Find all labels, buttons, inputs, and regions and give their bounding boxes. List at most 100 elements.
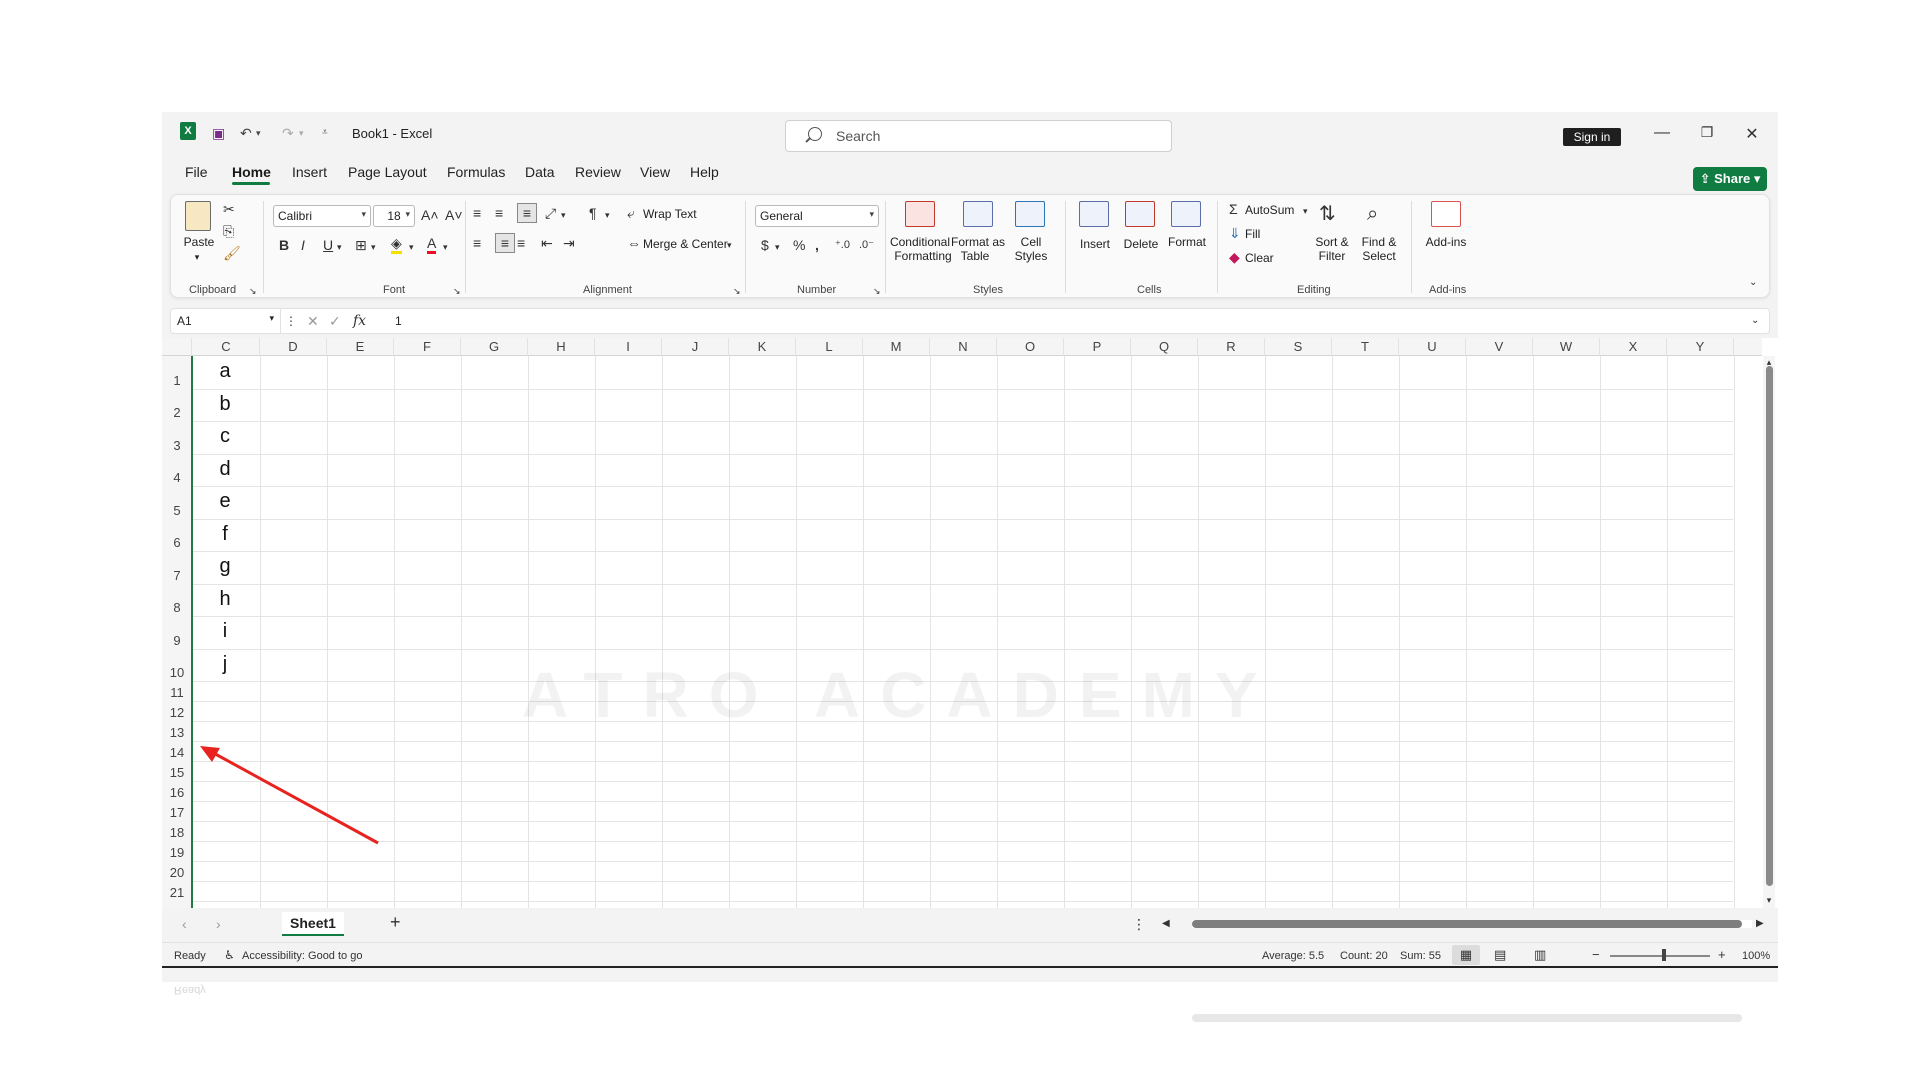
redo-dropdown-icon[interactable]: ▾: [299, 123, 304, 143]
font-name-select[interactable]: Calibri ▾: [273, 205, 371, 227]
collapse-ribbon-icon[interactable]: ⌄: [1749, 275, 1757, 291]
search-box[interactable]: Search: [785, 120, 1172, 152]
status-average[interactable]: Average: 5.5: [1262, 950, 1324, 962]
worksheet-grid[interactable]: CDEFGHIJKLMNOPQRSTUVWXY 1 2 3 4 5 6 7 8 9 10 11 12 1…: [162, 338, 1778, 922]
scroll-down-icon[interactable]: ▾: [1764, 892, 1774, 908]
cell-c1[interactable]: a: [210, 360, 240, 383]
cell-styles-line2[interactable]: Styles: [1009, 249, 1053, 263]
wrap-text-button[interactable]: Wrap Text: [643, 207, 697, 221]
tab-review[interactable]: Review: [575, 164, 621, 180]
column-header-u[interactable]: U: [1399, 338, 1466, 356]
delete-cells-button[interactable]: Delete: [1121, 237, 1161, 251]
orientation-dropdown-icon[interactable]: ▾: [561, 207, 566, 223]
add-sheet-icon[interactable]: +: [390, 913, 401, 931]
close-icon[interactable]: ✕: [1737, 124, 1767, 144]
row-header-13[interactable]: 13: [162, 725, 192, 740]
align-center-icon[interactable]: ≡: [495, 233, 515, 253]
sign-in-button[interactable]: Sign in: [1563, 128, 1621, 146]
column-header-e[interactable]: E: [327, 338, 394, 356]
share-button[interactable]: ⇪ Share ▾: [1693, 167, 1767, 191]
cell-c6[interactable]: f: [210, 523, 240, 546]
row-header-1[interactable]: 1: [162, 373, 192, 388]
column-header-i[interactable]: I: [595, 338, 662, 356]
column-header-k[interactable]: K: [729, 338, 796, 356]
redo-icon[interactable]: ↷: [282, 123, 294, 143]
restore-icon[interactable]: ❐: [1692, 124, 1722, 141]
decrease-decimal-icon[interactable]: .0⁻: [859, 237, 874, 253]
status-sum[interactable]: Sum: 55: [1400, 950, 1441, 962]
normal-view-icon[interactable]: ▦: [1452, 945, 1480, 965]
column-header-v[interactable]: V: [1466, 338, 1533, 356]
cell-c7[interactable]: g: [210, 555, 240, 578]
horizontal-scroll-thumb[interactable]: [1192, 920, 1742, 928]
column-header-w[interactable]: W: [1533, 338, 1600, 356]
copy-icon[interactable]: ⎘: [223, 223, 234, 239]
clear-button[interactable]: Clear: [1245, 251, 1274, 265]
row-header-16[interactable]: 16: [162, 785, 192, 800]
align-bottom-icon[interactable]: ≡: [517, 203, 537, 223]
row-header-10[interactable]: 10: [162, 665, 192, 680]
autosum-dropdown-icon[interactable]: ▾: [1303, 203, 1308, 219]
find-select-line2[interactable]: Select: [1357, 249, 1401, 263]
delete-cells-icon[interactable]: [1125, 201, 1155, 227]
name-box[interactable]: A1 ▾: [171, 309, 281, 333]
insert-cells-icon[interactable]: [1079, 201, 1109, 227]
zoom-slider-thumb[interactable]: [1662, 949, 1666, 961]
column-header-j[interactable]: J: [662, 338, 729, 356]
cut-icon[interactable]: ✂: [223, 201, 235, 217]
customize-toolbar-icon[interactable]: ⩡: [322, 123, 328, 143]
column-header-r[interactable]: R: [1198, 338, 1265, 356]
horizontal-scrollbar[interactable]: [1192, 920, 1752, 928]
merge-center-icon[interactable]: ⇔: [627, 235, 641, 251]
sort-filter-icon[interactable]: ⇅: [1319, 201, 1336, 227]
decrease-indent-icon[interactable]: ⇤: [541, 235, 553, 251]
page-layout-view-icon[interactable]: ▤: [1494, 947, 1506, 963]
row-header-8[interactable]: 8: [162, 600, 192, 615]
alignment-launcher-icon[interactable]: ↘: [733, 283, 741, 299]
select-all-corner[interactable]: [162, 338, 192, 356]
borders-icon[interactable]: ⊞: [355, 237, 367, 253]
font-launcher-icon[interactable]: ↘: [453, 283, 461, 299]
row-header-5[interactable]: 5: [162, 503, 192, 518]
percent-icon[interactable]: %: [793, 237, 805, 253]
column-header-y[interactable]: Y: [1667, 338, 1734, 356]
add-ins-icon[interactable]: [1431, 201, 1461, 227]
tab-view[interactable]: View: [640, 164, 670, 180]
cell-c2[interactable]: b: [210, 393, 240, 416]
orientation-icon[interactable]: ⤢: [545, 205, 556, 221]
column-header-f[interactable]: F: [394, 338, 461, 356]
enter-icon[interactable]: ✓: [329, 313, 341, 329]
italic-icon[interactable]: I: [301, 237, 305, 253]
autosum-button[interactable]: AutoSum: [1245, 203, 1294, 217]
column-header-d[interactable]: D: [260, 338, 327, 356]
fill-color-icon[interactable]: ◈: [391, 235, 402, 254]
sheet-tab[interactable]: Sheet1: [282, 912, 344, 936]
find-select-line1[interactable]: Find &: [1357, 235, 1401, 249]
format-cells-button[interactable]: Format: [1167, 235, 1207, 249]
column-header-o[interactable]: O: [997, 338, 1064, 356]
cell-c8[interactable]: h: [210, 588, 240, 611]
row-header-11[interactable]: 11: [162, 685, 192, 700]
tab-file[interactable]: File: [185, 164, 208, 180]
borders-dropdown-icon[interactable]: ▾: [371, 239, 376, 255]
row-header-15[interactable]: 15: [162, 765, 192, 780]
font-color-dropdown-icon[interactable]: ▾: [443, 239, 448, 255]
row-header-7[interactable]: 7: [162, 568, 192, 583]
merge-center-button[interactable]: Merge & Center: [643, 237, 728, 251]
column-header-q[interactable]: Q: [1131, 338, 1198, 356]
conditional-formatting-icon[interactable]: [905, 201, 935, 227]
cell-c4[interactable]: d: [210, 458, 240, 481]
conditional-formatting-line1[interactable]: Conditional: [887, 235, 953, 249]
row-header-18[interactable]: 18: [162, 825, 192, 840]
clear-icon[interactable]: ◆: [1229, 249, 1240, 265]
add-ins-button[interactable]: Add-ins: [1421, 235, 1471, 249]
underline-icon[interactable]: U: [323, 237, 333, 253]
tab-data[interactable]: Data: [525, 164, 555, 180]
row-header-20[interactable]: 20: [162, 865, 192, 880]
vertical-scroll-thumb[interactable]: [1766, 366, 1773, 886]
row-header-17[interactable]: 17: [162, 805, 192, 820]
cancel-icon[interactable]: ✕: [307, 313, 319, 329]
cell-c9[interactable]: i: [210, 620, 240, 643]
cell-c5[interactable]: e: [210, 490, 240, 513]
format-as-table-line2[interactable]: Table: [953, 249, 997, 263]
